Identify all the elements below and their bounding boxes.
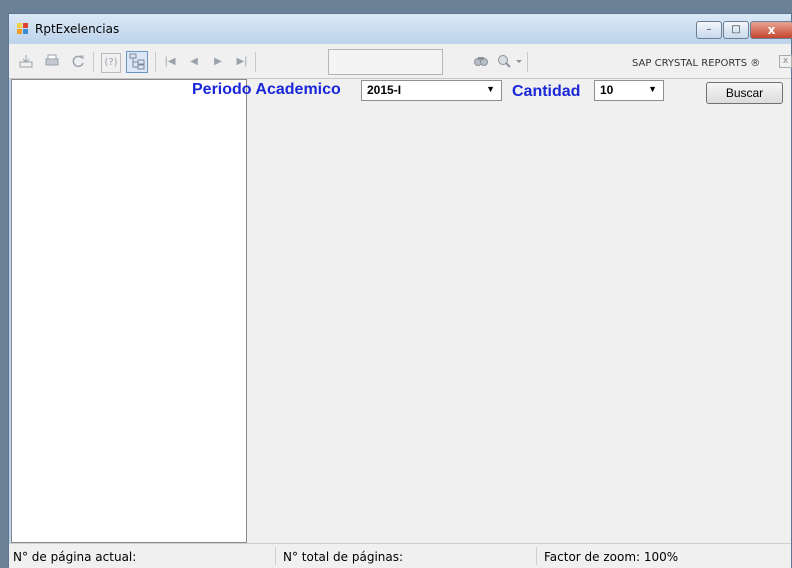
zoom-status: Factor de zoom: 100% — [544, 550, 679, 564]
cantidad-label: Cantidad — [512, 83, 581, 100]
status-separator — [275, 547, 276, 565]
zoom-icon[interactable] — [495, 53, 525, 71]
cantidad-select[interactable]: 10 ▼ — [594, 80, 664, 101]
prev-page-icon[interactable]: ◀ — [185, 53, 203, 71]
cantidad-select-value: 10 — [600, 83, 614, 97]
periodo-select-value: 2015-I — [367, 83, 402, 97]
refresh-icon[interactable] — [69, 53, 87, 71]
minimize-button[interactable]: – — [696, 21, 722, 39]
chevron-down-icon: ▼ — [648, 84, 657, 94]
chevron-down-icon: ▼ — [486, 84, 495, 94]
buscar-button[interactable]: Buscar — [706, 82, 783, 104]
periodo-select[interactable]: 2015-I ▼ — [361, 80, 502, 101]
maximize-icon: □ — [731, 24, 741, 35]
app-window-icon — [17, 23, 29, 35]
toolbar-separator — [255, 52, 256, 72]
close-button[interactable]: x — [750, 21, 792, 39]
last-page-icon[interactable]: ▶| — [233, 53, 251, 71]
close-tab-icon[interactable]: x — [779, 55, 792, 68]
window-title: RptExelencias — [35, 22, 120, 36]
next-page-icon[interactable]: ▶ — [209, 53, 227, 71]
export-icon[interactable] — [17, 53, 35, 71]
group-tree-panel[interactable] — [11, 79, 247, 543]
help-icon[interactable]: (?) — [101, 53, 121, 73]
print-icon[interactable] — [43, 53, 61, 71]
report-toolbar: (?) |◀ ◀ ▶ ▶| SAP CRYSTAL REPORTS ® x — [9, 44, 792, 79]
periodo-label: Periodo Academico — [192, 81, 341, 98]
minimize-icon: – — [706, 24, 712, 35]
total-pages-status: N° total de páginas: — [283, 550, 404, 564]
report-window: RptExelencias – □ x (?) |◀ ◀ ▶ ▶| SAP CR… — [8, 13, 792, 568]
toolbar-separator — [93, 52, 94, 72]
find-icon[interactable] — [472, 53, 490, 71]
goto-page-input[interactable] — [328, 49, 443, 75]
toolbar-separator — [527, 52, 528, 72]
first-page-icon[interactable]: |◀ — [161, 53, 179, 71]
title-bar[interactable]: RptExelencias – □ x — [9, 14, 792, 44]
status-separator — [536, 547, 537, 565]
report-view-area[interactable] — [247, 79, 791, 543]
status-bar: N° de página actual: N° total de páginas… — [9, 543, 791, 568]
current-page-status: N° de página actual: — [13, 550, 137, 564]
group-tree-icon[interactable] — [126, 51, 148, 73]
maximize-button[interactable]: □ — [723, 21, 749, 39]
close-icon: x — [767, 23, 776, 37]
toolbar-separator — [155, 52, 156, 72]
crystal-reports-brand: SAP CRYSTAL REPORTS ® — [632, 58, 761, 69]
